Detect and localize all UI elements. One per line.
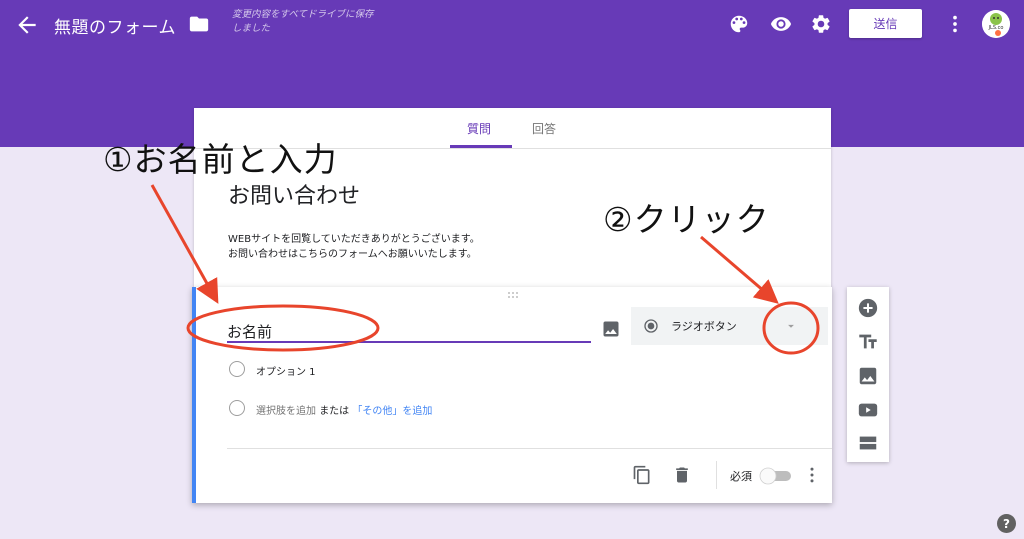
required-label: 必須 bbox=[730, 470, 752, 483]
question-title-input[interactable]: お名前 bbox=[227, 319, 591, 343]
add-option-button[interactable]: 選択肢を追加 bbox=[256, 406, 316, 417]
send-button[interactable]: 送信 bbox=[849, 9, 922, 38]
add-other-link[interactable]: 「その他」を追加 bbox=[352, 406, 432, 417]
save-status-text: 変更内容をすべてドライブに保存しました bbox=[232, 9, 374, 34]
question-type-dropdown[interactable]: ラジオボタン bbox=[631, 307, 828, 345]
form-description[interactable]: WEBサイトを回覧していただきありがとうございます。 お問い合わせはこちらのフォ… bbox=[228, 232, 480, 262]
duplicate-icon[interactable] bbox=[632, 465, 652, 485]
add-image-icon[interactable] bbox=[601, 319, 621, 339]
radio-checked-icon bbox=[644, 319, 658, 333]
more-vert-icon[interactable] bbox=[944, 13, 966, 35]
annotation-step2: ②クリック bbox=[603, 200, 770, 239]
folder-icon[interactable] bbox=[188, 13, 210, 35]
option-radio-circle bbox=[229, 361, 245, 377]
form-description-line-2: お問い合わせはこちらのフォームへお願いいたします。 bbox=[228, 249, 477, 260]
more-options-icon[interactable] bbox=[802, 465, 822, 485]
required-toggle[interactable] bbox=[759, 467, 793, 485]
question-type-label: ラジオボタン bbox=[671, 320, 737, 333]
add-question-icon[interactable] bbox=[857, 297, 879, 319]
avatar-logo-icon: JLS.co bbox=[982, 10, 1010, 38]
add-option-radio-circle bbox=[229, 400, 245, 416]
add-option-text-group: 選択肢を追加 または 「その他」を追加 bbox=[256, 402, 432, 417]
preview-eye-icon[interactable] bbox=[770, 13, 792, 35]
or-text: または bbox=[319, 406, 350, 417]
drag-handle-icon[interactable] bbox=[507, 291, 523, 299]
form-document-title[interactable]: 無題のフォーム bbox=[54, 13, 176, 38]
palette-icon[interactable] bbox=[728, 13, 750, 35]
video-icon[interactable] bbox=[857, 399, 879, 421]
tab-responses[interactable]: 回答 bbox=[532, 120, 556, 137]
avatar-text: JLS.co bbox=[988, 25, 1004, 31]
side-toolbar bbox=[847, 287, 889, 462]
settings-gear-icon[interactable] bbox=[810, 13, 832, 35]
title-text-icon[interactable] bbox=[857, 331, 879, 353]
tab-questions[interactable]: 質問 bbox=[467, 120, 491, 137]
delete-trash-icon[interactable] bbox=[672, 465, 692, 485]
form-description-line-1: WEBサイトを回覧していただきありがとうございます。 bbox=[228, 234, 480, 245]
footer-divider bbox=[227, 448, 832, 449]
option-label[interactable]: オプション 1 bbox=[256, 363, 316, 378]
image-icon[interactable] bbox=[857, 365, 879, 387]
back-arrow-icon[interactable] bbox=[14, 12, 40, 38]
account-avatar[interactable]: JLS.co bbox=[982, 10, 1010, 38]
form-title[interactable]: お問い合わせ bbox=[228, 178, 360, 210]
annotation-step1: ①お名前と入力 bbox=[103, 140, 338, 179]
footer-vertical-divider bbox=[716, 461, 717, 489]
dropdown-arrow-icon[interactable] bbox=[784, 319, 798, 333]
help-button[interactable]: ? bbox=[997, 514, 1016, 533]
question-card[interactable]: お名前 ラジオボタン オプション 1 選択肢を追加 または 「その他」を追加 必… bbox=[192, 287, 832, 503]
section-icon[interactable] bbox=[857, 432, 879, 454]
